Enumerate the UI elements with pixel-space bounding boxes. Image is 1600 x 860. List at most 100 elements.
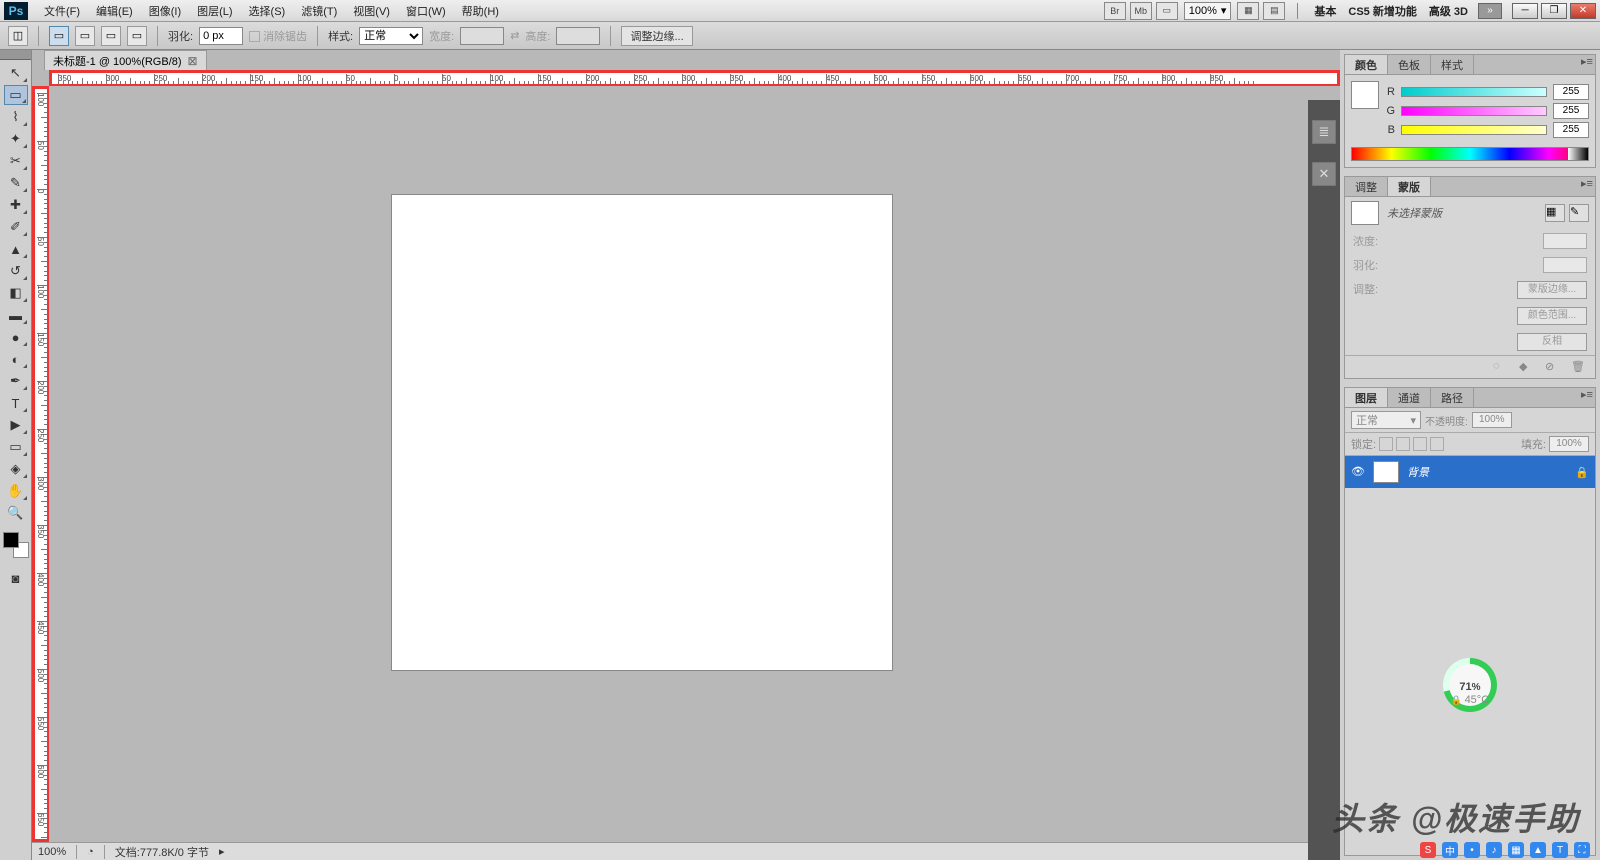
tray-icon[interactable]: • <box>1464 842 1480 858</box>
stamp-tool[interactable]: ▲ <box>4 239 28 259</box>
maximize-button[interactable]: ❐ <box>1541 3 1567 19</box>
eraser-tool[interactable]: ◧ <box>4 283 28 303</box>
crop-tool[interactable]: ✂ <box>4 151 28 171</box>
visibility-icon[interactable]: 👁 <box>1351 465 1365 479</box>
spectrum-bar[interactable] <box>1351 147 1589 161</box>
blur-tool[interactable]: ● <box>4 327 28 347</box>
status-zoom[interactable]: 100% <box>38 846 66 858</box>
tab-adjust[interactable]: 调整 <box>1345 177 1388 196</box>
canvas-document[interactable] <box>392 195 892 670</box>
marquee-tool[interactable]: ▭ <box>4 85 28 105</box>
tray-icon[interactable]: ▲ <box>1530 842 1546 858</box>
menu-视图(V)[interactable]: 视图(V) <box>345 3 398 19</box>
intersect-selection-icon[interactable]: ▭ <box>127 26 147 46</box>
status-timing-icon[interactable]: ◔ <box>87 846 94 858</box>
tab-color[interactable]: 颜色 <box>1345 55 1388 74</box>
tray-icon[interactable]: S <box>1420 842 1436 858</box>
arrange-icon[interactable]: ▦ <box>1237 2 1259 20</box>
quick-select-tool[interactable]: ✦ <box>4 129 28 149</box>
history-dock-icon[interactable]: ≣ <box>1312 120 1336 144</box>
b-slider[interactable] <box>1401 125 1547 135</box>
hand-tool[interactable]: ✋ <box>4 481 28 501</box>
b-value[interactable]: 255 <box>1553 122 1589 138</box>
menu-图层(L)[interactable]: 图层(L) <box>189 3 240 19</box>
subtract-selection-icon[interactable]: ▭ <box>101 26 121 46</box>
shape-tool[interactable]: ▭ <box>4 437 28 457</box>
menu-帮助(H)[interactable]: 帮助(H) <box>454 3 507 19</box>
panel-menu-icon[interactable]: ▸≡ <box>1579 177 1595 196</box>
tab-channels[interactable]: 通道 <box>1388 388 1431 407</box>
collapse-workspace-icon[interactable]: » <box>1478 3 1502 19</box>
new-selection-icon[interactable]: ▭ <box>49 26 69 46</box>
tray-icon[interactable]: 中 <box>1442 842 1458 858</box>
tray-icon[interactable]: ▦ <box>1508 842 1524 858</box>
status-doc-info[interactable]: 文档:777.8K/0 字节 <box>115 844 209 860</box>
screen-mode-icon[interactable]: ▭ <box>1156 2 1178 20</box>
eyedropper-tool[interactable]: ✎ <box>4 173 28 193</box>
tool-preset-icon[interactable]: ◫ <box>8 26 28 46</box>
quickmask-icon[interactable]: ◙ <box>4 568 28 588</box>
type-tool[interactable]: T <box>4 393 28 413</box>
menu-选择(S)[interactable]: 选择(S) <box>241 3 294 19</box>
feather-input[interactable] <box>199 27 243 45</box>
tab-styles[interactable]: 样式 <box>1431 55 1474 74</box>
layer-thumbnail[interactable] <box>1373 461 1399 483</box>
minimize-button[interactable]: ─ <box>1512 3 1538 19</box>
close-button[interactable]: ✕ <box>1570 3 1596 19</box>
workspace-3d[interactable]: 高级 3D <box>1423 3 1474 19</box>
3d-tool[interactable]: ◈ <box>4 459 28 479</box>
fg-color-swatch[interactable] <box>3 532 19 548</box>
g-value[interactable]: 255 <box>1553 103 1589 119</box>
workspace-cs5[interactable]: CS5 新增功能 <box>1342 3 1422 19</box>
properties-dock-icon[interactable]: ✕ <box>1312 162 1336 186</box>
menu-图像(I)[interactable]: 图像(I) <box>141 3 189 19</box>
zoom-tool[interactable]: 🔍 <box>4 503 28 523</box>
color-preview-swatch[interactable] <box>1351 81 1379 109</box>
tab-layers[interactable]: 图层 <box>1345 388 1388 407</box>
add-selection-icon[interactable]: ▭ <box>75 26 95 46</box>
document-close-icon[interactable]: ⊠ <box>188 54 198 68</box>
menu-滤镜(T)[interactable]: 滤镜(T) <box>293 3 345 19</box>
menu-文件(F)[interactable]: 文件(F) <box>36 3 88 19</box>
brush-tool[interactable]: ✐ <box>4 217 28 237</box>
healing-tool[interactable]: ✚ <box>4 195 28 215</box>
dodge-tool[interactable]: ◐ <box>4 349 28 369</box>
menu-窗口(W)[interactable]: 窗口(W) <box>398 3 454 19</box>
pen-tool[interactable]: ✒ <box>4 371 28 391</box>
tray-icon[interactable]: ♪ <box>1486 842 1502 858</box>
tab-paths[interactable]: 路径 <box>1431 388 1474 407</box>
layer-name[interactable]: 背景 <box>1407 464 1429 480</box>
bridge-icon[interactable]: Br <box>1104 2 1126 20</box>
vertical-ruler[interactable]: 1005005010015020025030035040045050055060… <box>32 86 49 842</box>
history-brush-tool[interactable]: ↺ <box>4 261 28 281</box>
g-slider[interactable] <box>1401 106 1547 116</box>
path-select-tool[interactable]: ▶ <box>4 415 28 435</box>
pixel-mask-button[interactable]: ▦ <box>1545 204 1565 222</box>
gradient-tool[interactable]: ▬ <box>4 305 28 325</box>
tray-icon[interactable]: ⛶ <box>1574 842 1590 858</box>
layers-empty-area[interactable] <box>1345 488 1595 648</box>
tab-swatches[interactable]: 色板 <box>1388 55 1431 74</box>
color-swatches[interactable] <box>3 532 29 558</box>
tray-icon[interactable]: T <box>1552 842 1568 858</box>
move-tool[interactable]: ↖ <box>4 63 28 83</box>
toolbox-handle[interactable] <box>0 50 31 60</box>
refine-edge-button[interactable]: 调整边缘... <box>621 26 692 46</box>
minibridge-icon[interactable]: Mb <box>1130 2 1152 20</box>
r-slider[interactable] <box>1401 87 1547 97</box>
horizontal-ruler[interactable]: 3503002502001501005005010015020025030035… <box>49 70 1340 86</box>
layer-background[interactable]: 👁 背景 🔒 <box>1345 456 1595 488</box>
extras-icon[interactable]: ▤ <box>1263 2 1285 20</box>
lasso-tool[interactable]: ⌇ <box>4 107 28 127</box>
menu-编辑(E)[interactable]: 编辑(E) <box>88 3 141 19</box>
status-menu-icon[interactable]: ▸ <box>219 845 225 858</box>
style-select[interactable]: 正常 <box>359 27 423 45</box>
r-value[interactable]: 255 <box>1553 84 1589 100</box>
panel-menu-icon[interactable]: ▸≡ <box>1579 388 1595 407</box>
panel-menu-icon[interactable]: ▸≡ <box>1579 55 1595 74</box>
zoom-select[interactable]: 100%▾ <box>1184 2 1232 20</box>
vector-mask-button[interactable]: ✎ <box>1569 204 1589 222</box>
tab-mask[interactable]: 蒙版 <box>1388 177 1431 196</box>
workspace-basic[interactable]: 基本 <box>1308 3 1342 19</box>
document-tab[interactable]: 未标题-1 @ 100%(RGB/8) ⊠ <box>44 50 207 70</box>
